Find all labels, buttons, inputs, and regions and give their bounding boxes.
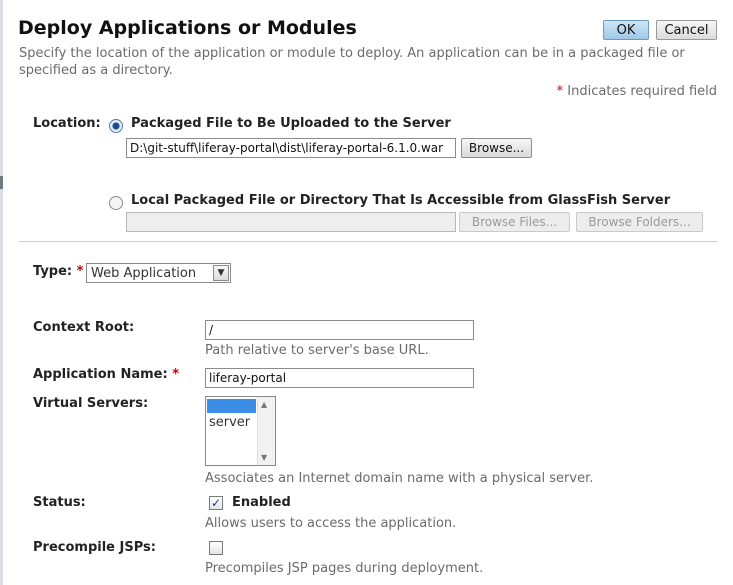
scroll-up-icon[interactable]: ▲ (261, 400, 267, 409)
checkmark-icon: ✓ (210, 496, 222, 510)
status-label: Status: (33, 495, 86, 510)
location-label: Location: (33, 116, 101, 131)
status-enabled-checkbox[interactable]: ✓ (209, 496, 223, 510)
ok-button[interactable]: OK (603, 20, 649, 40)
packaged-file-input[interactable]: D:\git-stuff\liferay-portal\dist\liferay… (126, 138, 456, 158)
type-label: Type: * (33, 264, 83, 279)
frame-edge-marker (0, 176, 3, 189)
list-item[interactable] (207, 399, 256, 413)
cancel-button[interactable]: Cancel (656, 20, 717, 40)
browse-files-button[interactable]: Browse Files... (459, 212, 570, 232)
local-path-input[interactable] (126, 212, 456, 232)
application-name-label-text: Application Name: (33, 367, 168, 382)
required-field-note: * Indicates required field (557, 84, 717, 99)
required-note-text: Indicates required field (567, 84, 717, 99)
context-root-hint: Path relative to server's base URL. (205, 343, 429, 358)
required-star: * (556, 84, 564, 99)
listbox-scrollbar[interactable]: ▲ ▼ (257, 397, 275, 465)
chevron-down-icon[interactable]: ▼ (213, 265, 229, 281)
status-hint: Allows users to access the application. (205, 516, 457, 531)
type-label-text: Type: (33, 264, 73, 279)
list-item[interactable]: server (209, 415, 250, 430)
precompile-jsps-label: Precompile JSPs: (33, 540, 156, 555)
page-title: Deploy Applications or Modules (18, 17, 357, 39)
application-name-label: Application Name: * (33, 367, 179, 382)
virtual-servers-label: Virtual Servers: (33, 396, 149, 411)
type-required-star: * (76, 264, 84, 279)
radio-local-file[interactable] (109, 196, 123, 210)
application-name-input[interactable]: liferay-portal (205, 368, 474, 388)
section-divider (19, 241, 718, 242)
application-name-required-star: * (172, 367, 180, 382)
precompile-jsps-hint: Precompiles JSP pages during deployment. (205, 561, 484, 576)
status-enabled-label: Enabled (232, 495, 291, 510)
virtual-servers-listbox[interactable]: server ▲ ▼ (205, 396, 276, 466)
radio-packaged-upload[interactable] (109, 119, 123, 133)
type-select[interactable]: Web Application ▼ (86, 263, 231, 283)
window-frame-edge (0, 0, 3, 585)
context-root-input[interactable]: / (205, 320, 474, 340)
virtual-servers-hint: Associates an Internet domain name with … (205, 471, 594, 486)
precompile-jsps-checkbox[interactable] (209, 541, 223, 555)
browse-folders-button[interactable]: Browse Folders... (576, 212, 703, 232)
type-select-value: Web Application (91, 266, 197, 281)
radio-local-file-label: Local Packaged File or Directory That Is… (131, 193, 671, 208)
browse-button[interactable]: Browse... (461, 138, 532, 158)
page-help-text: Specify the location of the application … (19, 46, 685, 78)
scroll-down-icon[interactable]: ▼ (261, 453, 267, 462)
radio-packaged-upload-label: Packaged File to Be Uploaded to the Serv… (131, 116, 451, 131)
context-root-label: Context Root: (33, 320, 135, 335)
